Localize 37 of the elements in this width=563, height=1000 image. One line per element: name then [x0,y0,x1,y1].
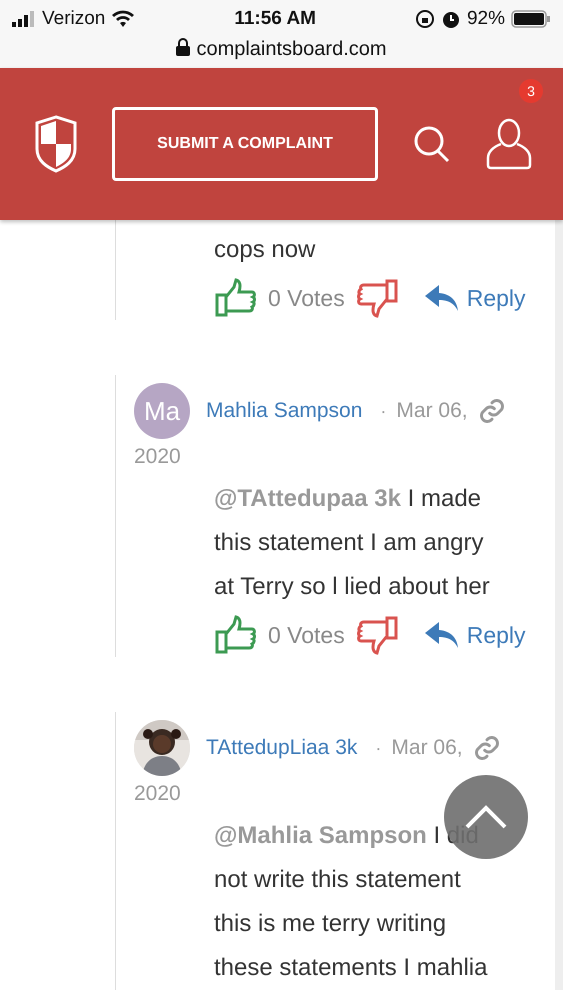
reply-arrow-icon [424,285,459,311]
lock-icon [176,38,190,56]
reply-arrow-icon [424,622,459,648]
comment-year: 2020 [134,445,182,469]
search-button[interactable] [412,124,452,164]
battery-icon [510,9,551,29]
signal-icon [12,11,36,27]
author-name[interactable]: TAttedupLiaa 3k [206,736,358,760]
comment-date: Mar 06, [396,399,468,423]
reply-link[interactable]: Reply [424,284,526,312]
avatar: Ma [134,383,190,439]
wifi-icon [111,10,136,28]
reply-link[interactable]: Reply [424,622,526,648]
rotation-lock-icon [414,9,435,29]
vote-count: 0 Votes [268,284,345,312]
thumbs-up-icon[interactable] [214,615,256,655]
author-name[interactable]: Mahlia Sampson [206,399,362,423]
submit-complaint-button[interactable]: SUBMIT A COMPLAINT [112,107,378,181]
alarm-icon [440,9,461,29]
comment-year: 2020 [134,782,182,806]
thumbs-down-icon[interactable] [356,278,399,318]
notification-badge: 3 [519,79,543,103]
separator-dot: · [380,400,386,422]
separator-dot: · [375,738,382,758]
comment-text: @TAttedupaa 3k I made this statement I am angry at Terry so l lied about her [214,484,491,602]
thumbs-down-icon[interactable] [356,615,399,655]
carrier-name: Verizon [42,8,106,30]
link-icon[interactable] [478,397,506,425]
thumbs-up-icon[interactable] [214,278,256,318]
vote-count: 0 Votes [268,622,345,648]
shield-logo[interactable] [34,115,78,173]
comment-date: Mar 06, [391,736,463,760]
clock-time: 11:56 AM [234,8,316,30]
link-icon[interactable] [472,734,501,762]
user-button[interactable] [486,118,532,170]
comment-text: cops now [214,235,316,265]
battery-percent: 92% [466,8,505,30]
